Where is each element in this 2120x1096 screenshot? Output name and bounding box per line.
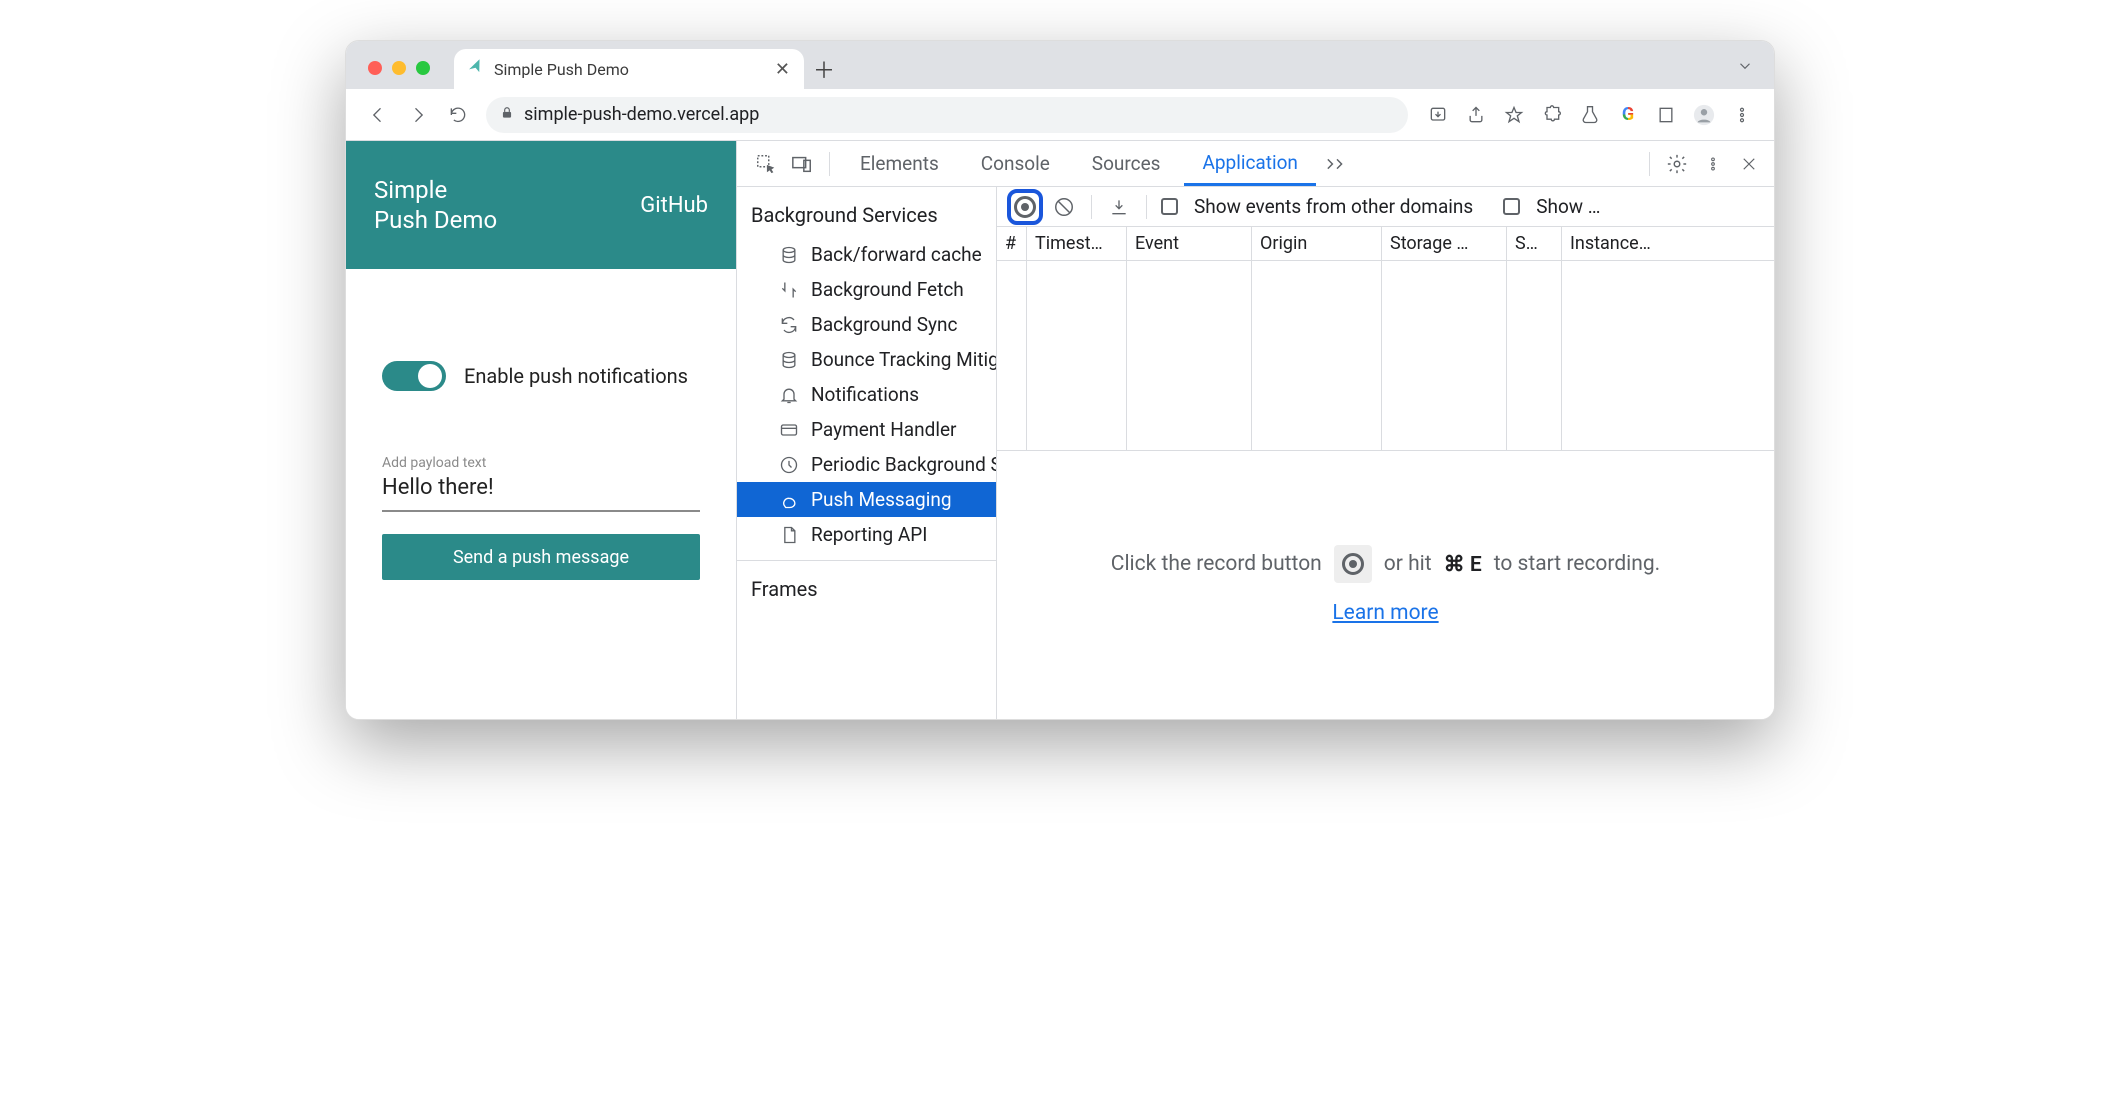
page-header: Simple Push Demo GitHub xyxy=(346,141,736,269)
fullscreen-window-button[interactable] xyxy=(416,61,430,75)
profile-icon[interactable] xyxy=(1686,97,1722,133)
devtools-tabbar: Elements Console Sources Application xyxy=(737,141,1774,187)
sidebar-item-bounce-tracking[interactable]: Bounce Tracking Mitigations xyxy=(737,342,996,377)
sidebar-item-reporting-api[interactable]: Reporting API xyxy=(737,517,996,552)
sidebar-item-back-forward-cache[interactable]: Back/forward cache xyxy=(737,237,996,272)
recording-placeholder: Click the record button or hit ⌘ E to st… xyxy=(997,451,1774,719)
col-storage[interactable]: Storage … xyxy=(1382,227,1507,260)
close-tab-icon[interactable]: ✕ xyxy=(775,59,790,80)
show-other-domains-label: Show events from other domains xyxy=(1194,195,1473,218)
devtools-close-icon[interactable] xyxy=(1734,149,1764,179)
payload-value: Hello there! xyxy=(382,475,700,500)
share-icon[interactable] xyxy=(1458,97,1494,133)
tab-application[interactable]: Application xyxy=(1184,141,1315,186)
send-push-button[interactable]: Send a push message xyxy=(382,534,700,580)
events-table-body xyxy=(997,261,1774,451)
events-table-header: # Timest… Event Origin Storage … S… Inst… xyxy=(997,227,1774,261)
enable-push-label: Enable push notifications xyxy=(464,363,688,389)
application-sidebar: Background Services Back/forward cache B… xyxy=(737,187,997,719)
paper-plane-icon xyxy=(465,57,487,81)
chrome-menu-icon[interactable] xyxy=(1724,97,1760,133)
minimize-window-button[interactable] xyxy=(392,61,406,75)
page-viewport: Simple Push Demo GitHub Enable push noti… xyxy=(346,141,736,719)
back-button[interactable] xyxy=(360,97,396,133)
labs-icon[interactable] xyxy=(1572,97,1608,133)
save-icon[interactable] xyxy=(1106,194,1132,220)
sidebar-item-background-fetch[interactable]: Background Fetch xyxy=(737,272,996,307)
install-icon[interactable] xyxy=(1420,97,1456,133)
col-origin[interactable]: Origin xyxy=(1252,227,1382,260)
col-index[interactable]: # xyxy=(997,227,1027,260)
show-other-domains-checkbox[interactable] xyxy=(1161,198,1178,215)
payload-input[interactable]: Add payload text Hello there! xyxy=(382,447,700,512)
devtools-menu-icon[interactable] xyxy=(1698,149,1728,179)
tab-console[interactable]: Console xyxy=(963,141,1068,186)
device-toolbar-icon[interactable] xyxy=(787,149,817,179)
sidebar-frames-header: Frames xyxy=(737,561,996,611)
devtools-panel: Elements Console Sources Application Bac… xyxy=(736,141,1774,719)
record-button[interactable] xyxy=(1007,189,1043,225)
url-text: simple-push-demo.vercel.app xyxy=(524,104,1394,125)
sidebar-section-header: Background Services xyxy=(737,187,996,237)
google-icon[interactable]: G xyxy=(1610,97,1646,133)
sidebar-item-periodic-sync[interactable]: Periodic Background Sync xyxy=(737,447,996,482)
address-bar[interactable]: simple-push-demo.vercel.app xyxy=(486,97,1408,133)
more-tabs-icon[interactable] xyxy=(1322,149,1352,179)
github-link[interactable]: GitHub xyxy=(640,193,708,218)
col-instance[interactable]: Instance… xyxy=(1562,227,1774,260)
sidebar-item-background-sync[interactable]: Background Sync xyxy=(737,307,996,342)
col-timestamp[interactable]: Timest… xyxy=(1027,227,1127,260)
close-window-button[interactable] xyxy=(368,61,382,75)
reading-list-icon[interactable] xyxy=(1648,97,1684,133)
extensions-icon[interactable] xyxy=(1534,97,1570,133)
col-event[interactable]: Event xyxy=(1127,227,1252,260)
reload-button[interactable] xyxy=(440,97,476,133)
sidebar-item-notifications[interactable]: Notifications xyxy=(737,377,996,412)
bookmark-star-icon[interactable] xyxy=(1496,97,1532,133)
sidebar-item-payment-handler[interactable]: Payment Handler xyxy=(737,412,996,447)
devtools-settings-icon[interactable] xyxy=(1662,149,1692,179)
clear-icon[interactable] xyxy=(1051,194,1077,220)
show-checkbox-2[interactable] xyxy=(1503,198,1520,215)
show-label-2: Show … xyxy=(1536,195,1600,218)
forward-button[interactable] xyxy=(400,97,436,133)
tabs-chevron-down-icon[interactable] xyxy=(1716,57,1774,89)
browser-toolbar: simple-push-demo.vercel.app G xyxy=(346,89,1774,141)
inspect-element-icon[interactable] xyxy=(751,149,781,179)
col-sw[interactable]: S… xyxy=(1507,227,1562,260)
browser-window: Simple Push Demo ✕ ＋ simple-push-demo.ve… xyxy=(345,40,1775,720)
sidebar-item-push-messaging[interactable]: Push Messaging xyxy=(737,482,996,517)
tab-elements[interactable]: Elements xyxy=(842,141,957,186)
new-tab-button[interactable]: ＋ xyxy=(804,49,844,89)
record-icon xyxy=(1334,545,1372,583)
page-title: Simple Push Demo xyxy=(374,175,497,235)
browser-tabstrip: Simple Push Demo ✕ ＋ xyxy=(346,41,1774,89)
browser-tab[interactable]: Simple Push Demo ✕ xyxy=(454,49,804,89)
push-toolbar: Show events from other domains Show … xyxy=(997,187,1774,227)
payload-label: Add payload text xyxy=(382,455,700,471)
enable-push-toggle[interactable] xyxy=(382,361,446,391)
tab-sources[interactable]: Sources xyxy=(1074,141,1179,186)
tab-title: Simple Push Demo xyxy=(494,60,765,79)
lock-icon xyxy=(500,106,514,124)
learn-more-link[interactable]: Learn more xyxy=(1332,601,1438,625)
window-controls xyxy=(346,61,448,89)
